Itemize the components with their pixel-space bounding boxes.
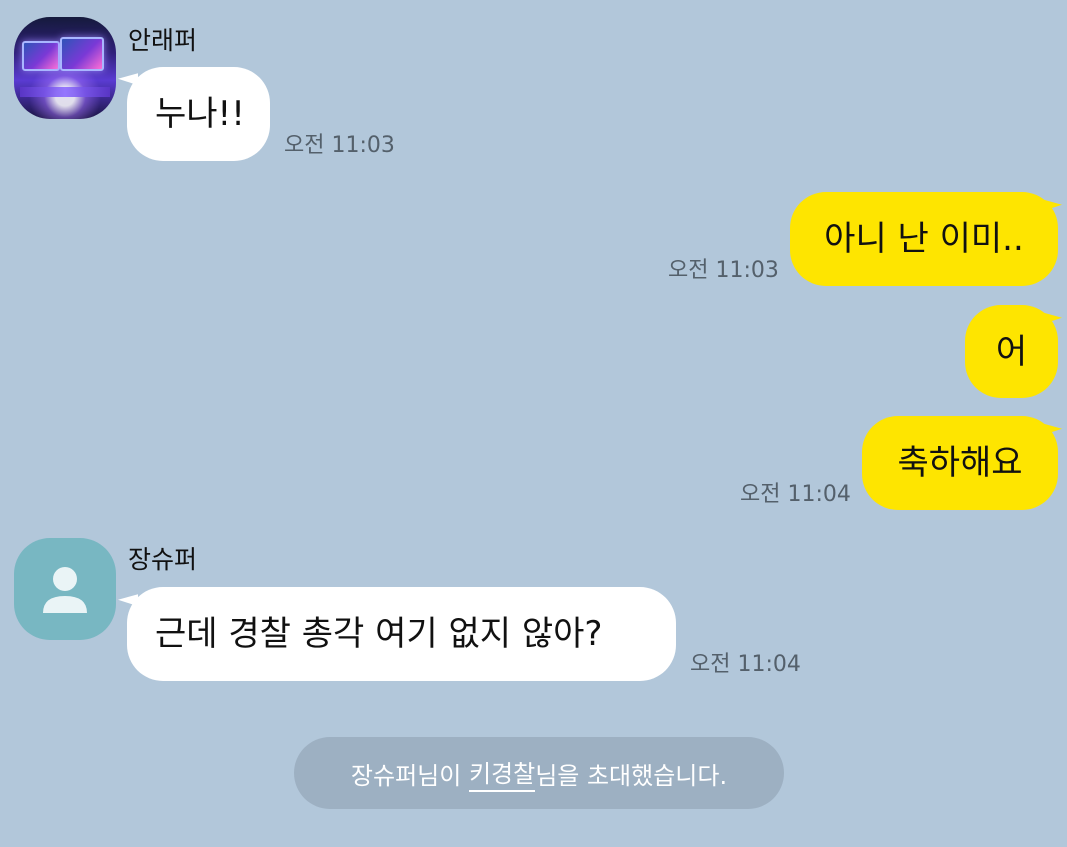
message-text: 어 (995, 331, 1028, 372)
incoming-message-bubble[interactable]: 근데 경찰 총각 여기 없지 않아? (127, 587, 676, 681)
default-user-icon (43, 567, 87, 613)
message-text: 누나!! (155, 94, 245, 134)
sender-avatar-anrapper[interactable] (14, 17, 116, 119)
monitor-graphic (22, 41, 60, 71)
message-text: 근데 경찰 총각 여기 없지 않아? (155, 614, 603, 654)
message-text: 축하해요 (897, 443, 1023, 483)
message-text: 아니 난 이미.. (824, 219, 1024, 259)
message-timestamp: 오전 11:04 (740, 482, 851, 507)
desk-graphic (20, 87, 110, 97)
system-notice-suffix: 님을 초대했습니다. (535, 761, 728, 790)
message-timestamp: 오전 11:03 (284, 133, 395, 158)
system-invite-notice: 장슈퍼님이 키경찰 님을 초대했습니다. (294, 737, 784, 809)
incoming-message-bubble[interactable]: 누나!! (127, 67, 270, 161)
sender-name: 안래퍼 (128, 26, 198, 55)
outgoing-message-bubble[interactable]: 축하해요 (862, 416, 1058, 510)
monitor-graphic (60, 37, 104, 71)
sender-avatar-jangsuper[interactable] (14, 538, 116, 640)
message-timestamp: 오전 11:03 (668, 258, 779, 283)
outgoing-message-bubble[interactable]: 아니 난 이미.. (790, 192, 1058, 286)
invited-user-link[interactable]: 키경찰 (468, 754, 536, 792)
sender-name: 장슈퍼 (128, 545, 198, 574)
system-notice-prefix: 장슈퍼님이 (350, 761, 469, 790)
message-timestamp: 오전 11:04 (690, 652, 801, 677)
